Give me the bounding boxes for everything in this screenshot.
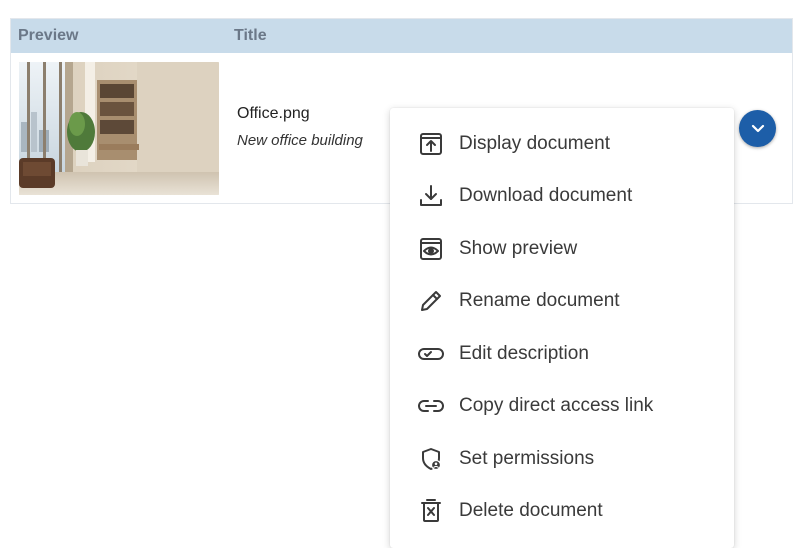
menu-item-label: Download document <box>459 185 633 206</box>
document-title[interactable]: Office.png <box>237 105 310 123</box>
menu-item-set-permissions[interactable]: Set permissions <box>390 433 734 485</box>
edit-description-icon <box>416 339 446 369</box>
menu-item-label: Display document <box>459 133 611 154</box>
menu-item-show-preview[interactable]: Show preview <box>390 223 734 275</box>
menu-item-download-document[interactable]: Download document <box>390 170 734 222</box>
menu-item-label: Delete document <box>459 500 603 521</box>
menu-item-rename-document[interactable]: Rename document <box>390 275 734 327</box>
row-actions-toggle-button[interactable] <box>739 110 776 147</box>
delete-document-icon <box>416 496 446 526</box>
eye-icon <box>416 234 446 264</box>
menu-item-delete-document[interactable]: Delete document <box>390 485 734 537</box>
pencil-icon <box>416 286 446 316</box>
chevron-down-icon <box>751 124 765 134</box>
column-header-title[interactable]: Title <box>234 19 267 53</box>
menu-item-label: Copy direct access link <box>459 395 654 416</box>
menu-item-label: Rename document <box>459 290 620 311</box>
document-actions-menu: Display document Download document Show … <box>390 108 734 548</box>
display-document-icon <box>416 129 446 159</box>
download-icon <box>416 181 446 211</box>
link-icon <box>416 391 446 421</box>
menu-item-display-document[interactable]: Display document <box>390 118 734 170</box>
shield-user-icon <box>416 444 446 474</box>
menu-item-label: Show preview <box>459 238 578 259</box>
menu-item-label: Edit description <box>459 343 589 364</box>
table-header: Preview Title <box>11 19 792 53</box>
document-preview-image[interactable] <box>19 62 219 195</box>
menu-item-label: Set permissions <box>459 448 595 469</box>
column-header-preview[interactable]: Preview <box>18 19 78 53</box>
menu-item-edit-description[interactable]: Edit description <box>390 328 734 380</box>
menu-item-copy-direct-access-link[interactable]: Copy direct access link <box>390 380 734 432</box>
document-description: New office building <box>237 132 363 149</box>
